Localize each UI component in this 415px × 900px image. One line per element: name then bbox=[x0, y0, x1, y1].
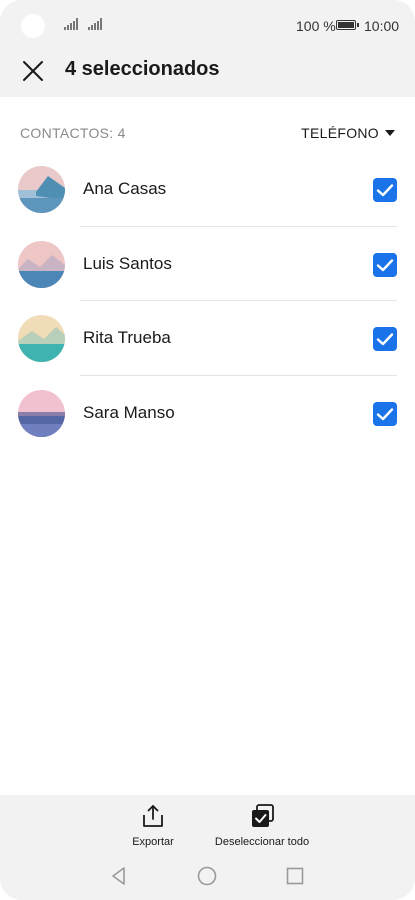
signal-icon bbox=[88, 18, 102, 30]
checkmark-icon bbox=[376, 407, 394, 420]
page-title: 4 seleccionados bbox=[65, 58, 220, 80]
avatar bbox=[18, 240, 65, 288]
deselect-all-label: Deseleccionar todo bbox=[214, 836, 310, 848]
export-button[interactable]: Exportar bbox=[120, 803, 186, 848]
list-header: CONTACTOS: 4 TELÉFONO bbox=[0, 97, 415, 157]
battery-percent: 100 % bbox=[296, 18, 336, 34]
phone-filter-dropdown[interactable]: TELÉFONO bbox=[301, 125, 395, 141]
bottom-action-bar: Exportar Deseleccionar todo bbox=[0, 795, 415, 900]
close-button[interactable] bbox=[18, 56, 48, 86]
avatar bbox=[18, 166, 65, 213]
checkmark-icon bbox=[376, 333, 394, 346]
filter-label: TELÉFONO bbox=[301, 125, 379, 141]
selection-header: 4 seleccionados bbox=[0, 50, 415, 97]
contact-name: Sara Manso bbox=[83, 402, 175, 422]
export-label: Exportar bbox=[132, 836, 174, 848]
contacts-count-label: CONTACTOS: 4 bbox=[20, 125, 126, 141]
nav-home-button[interactable] bbox=[196, 865, 218, 887]
avatar bbox=[18, 389, 65, 437]
contacts-content: CONTACTOS: 4 TELÉFONO Ana Casas Luis San… bbox=[0, 97, 415, 795]
clock: 10:00 bbox=[364, 18, 400, 34]
contact-name: Ana Casas bbox=[83, 179, 167, 198]
signal-icon bbox=[64, 18, 78, 30]
back-icon bbox=[112, 867, 125, 885]
deselect-all-button[interactable]: Deseleccionar todo bbox=[205, 803, 319, 848]
nav-recents-button[interactable] bbox=[284, 865, 306, 887]
share-export-icon bbox=[143, 805, 163, 827]
checkmark-icon bbox=[376, 184, 394, 197]
caret-down-icon bbox=[385, 130, 395, 136]
deselect-all-icon bbox=[252, 804, 274, 827]
phone-screen: 100 % 10:00 4 seleccionados CONTACTOS: 4… bbox=[0, 0, 415, 900]
avatar bbox=[18, 315, 65, 362]
close-icon bbox=[23, 61, 43, 81]
recents-icon bbox=[286, 867, 304, 885]
home-icon bbox=[197, 866, 217, 886]
battery-icon bbox=[336, 20, 359, 30]
checkmark-icon bbox=[376, 258, 394, 271]
contact-checkbox[interactable] bbox=[373, 327, 397, 351]
contact-item[interactable]: Ana Casas bbox=[0, 152, 415, 227]
contact-list: Ana Casas Luis Santos Rita Trueba Sara M… bbox=[0, 152, 415, 450]
contact-name: Rita Trueba bbox=[83, 328, 171, 347]
contact-checkbox[interactable] bbox=[373, 401, 397, 426]
contact-item[interactable]: Luis Santos bbox=[0, 227, 415, 301]
contact-item[interactable]: Rita Trueba bbox=[0, 301, 415, 376]
contact-name: Luis Santos bbox=[83, 253, 172, 273]
contact-item[interactable]: Sara Manso bbox=[0, 376, 415, 451]
contact-checkbox[interactable] bbox=[373, 178, 397, 202]
nav-back-button[interactable] bbox=[108, 865, 130, 887]
camera-cutout bbox=[21, 14, 45, 38]
status-bar: 100 % 10:00 bbox=[0, 0, 415, 50]
contact-checkbox[interactable] bbox=[373, 252, 397, 277]
